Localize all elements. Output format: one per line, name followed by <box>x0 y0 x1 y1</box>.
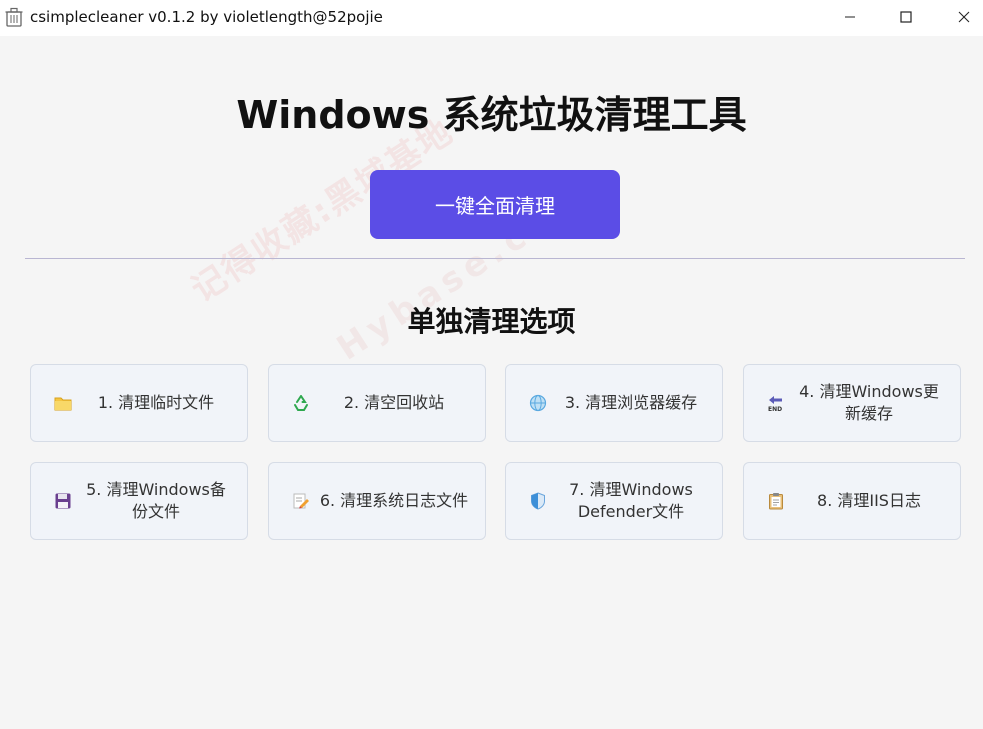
close-icon <box>958 11 970 23</box>
option-empty-recycle-bin[interactable]: 2. 清空回收站 <box>268 364 486 442</box>
floppy-disk-icon <box>53 491 73 511</box>
close-button[interactable] <box>935 0 983 34</box>
trash-can-icon <box>5 7 23 27</box>
option-label: 3. 清理浏览器缓存 <box>564 393 698 412</box>
maximize-icon <box>900 11 912 23</box>
option-label: 4. 清理Windows更新缓存 <box>799 382 939 423</box>
maximize-button[interactable] <box>877 0 935 34</box>
option-clean-system-log-files[interactable]: 6. 清理系统日志文件 <box>268 462 486 540</box>
section-title: 单独清理选项 <box>407 305 576 338</box>
end-arrow-icon: END <box>766 393 786 413</box>
option-label: 5. 清理Windows备份文件 <box>86 480 226 521</box>
svg-text:END: END <box>768 406 782 412</box>
option-clean-iis-logs[interactable]: 8. 清理IIS日志 <box>743 462 961 540</box>
option-label: 2. 清空回收站 <box>343 393 445 412</box>
option-clean-windows-defender-files[interactable]: 7. 清理Windows Defender文件 <box>505 462 723 540</box>
option-label: 8. 清理IIS日志 <box>817 491 921 510</box>
globe-icon <box>528 393 548 413</box>
option-clean-windows-backup-files[interactable]: 5. 清理Windows备份文件 <box>30 462 248 540</box>
folder-icon <box>53 393 73 413</box>
option-label: 6. 清理系统日志文件 <box>319 491 469 510</box>
page-title: Windows 系统垃圾清理工具 <box>236 93 747 137</box>
option-clean-browser-cache[interactable]: 3. 清理浏览器缓存 <box>505 364 723 442</box>
window-title: csimplecleaner v0.1.2 by violetlength@52… <box>30 8 383 26</box>
option-label: 1. 清理临时文件 <box>97 393 215 412</box>
recycle-icon <box>291 393 311 413</box>
clean-all-button[interactable]: 一键全面清理 <box>370 170 620 239</box>
minimize-button[interactable] <box>821 0 879 34</box>
divider <box>25 258 965 259</box>
minimize-icon <box>845 16 855 18</box>
title-bar: csimplecleaner v0.1.2 by violetlength@52… <box>0 0 983 36</box>
option-label: 7. 清理Windows Defender文件 <box>569 480 693 521</box>
memo-icon <box>291 491 311 511</box>
option-clean-temp-files[interactable]: 1. 清理临时文件 <box>30 364 248 442</box>
shield-icon <box>528 491 548 511</box>
option-clean-windows-update-cache[interactable]: END 4. 清理Windows更新缓存 <box>743 364 961 442</box>
clipboard-icon <box>766 491 786 511</box>
